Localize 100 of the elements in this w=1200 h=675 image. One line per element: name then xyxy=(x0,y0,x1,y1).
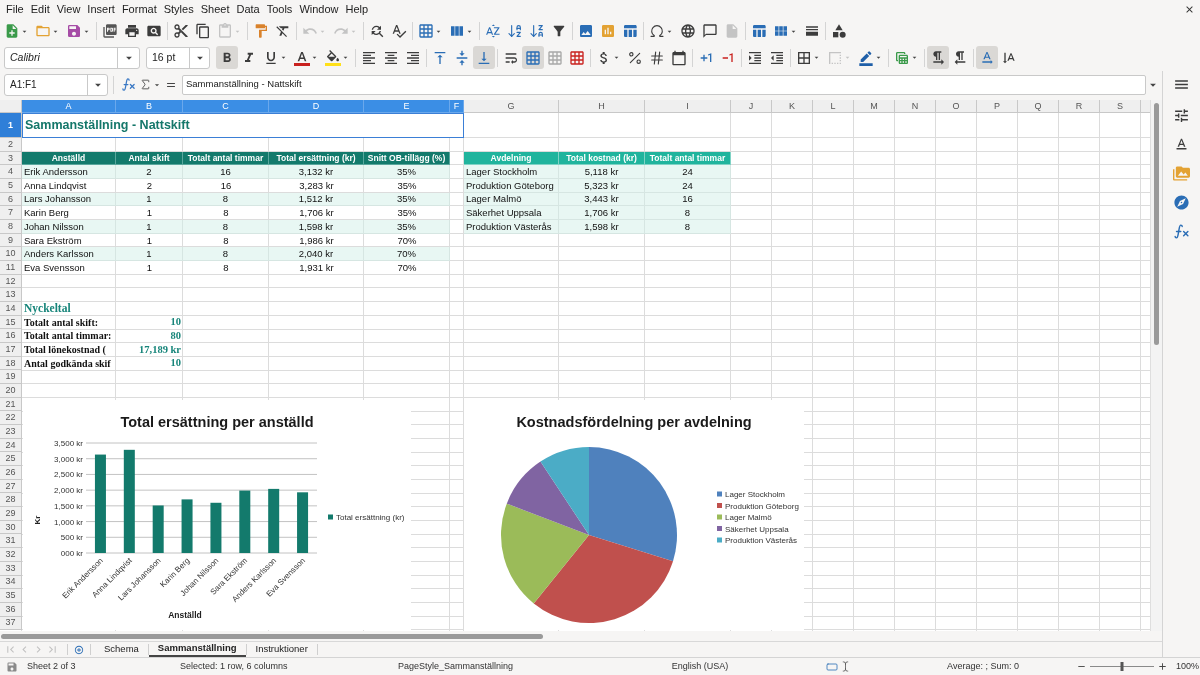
table-cell: 35% xyxy=(364,192,450,207)
indent-icon xyxy=(747,49,763,66)
plus-icon[interactable] xyxy=(1157,661,1168,672)
row-header[interactable]: 17 xyxy=(0,343,22,357)
omega-icon xyxy=(649,23,665,39)
row-header[interactable]: 16 xyxy=(0,329,22,344)
row-header[interactable]: 20 xyxy=(0,384,22,398)
column-header[interactable]: L xyxy=(813,100,854,113)
column-header[interactable]: S xyxy=(1100,100,1141,113)
column-header[interactable]: Q xyxy=(1018,100,1059,113)
row-header[interactable]: 10 xyxy=(0,247,22,262)
formula-input[interactable]: Sammanställning - Nattskift xyxy=(182,74,1146,95)
grid-icon xyxy=(418,23,434,39)
language-label[interactable]: English (USA) xyxy=(671,659,729,674)
row-header[interactable]: 23 xyxy=(0,425,22,439)
row-header[interactable]: 8 xyxy=(0,220,22,234)
column-header[interactable]: P xyxy=(977,100,1018,113)
sheet-tab[interactable]: Instruktioner xyxy=(246,642,317,657)
function-icon[interactable] xyxy=(1173,223,1190,240)
page-style-label: PageStyle_Sammanställning xyxy=(398,660,514,671)
align-center-icon xyxy=(383,49,399,66)
row-header[interactable]: 29 xyxy=(0,507,22,521)
menu-item[interactable]: Format xyxy=(118,3,161,15)
slider-thumb[interactable] xyxy=(1120,662,1124,671)
column-header[interactable]: O xyxy=(936,100,977,113)
menu-item[interactable]: Help xyxy=(342,3,372,15)
row-header[interactable]: 14 xyxy=(0,302,22,316)
column-header[interactable]: K xyxy=(772,100,813,113)
text-direction-icon xyxy=(979,49,995,66)
table-cell: 8 xyxy=(183,192,269,207)
columns-icon xyxy=(449,23,465,39)
axis-tick-label: 1,000 kr xyxy=(54,517,83,527)
menu-item[interactable]: Window xyxy=(295,3,342,15)
align-left-icon xyxy=(361,49,377,66)
row-header[interactable]: 35 xyxy=(0,589,22,603)
menu-item[interactable]: Edit xyxy=(27,3,54,15)
font-size-field[interactable]: 16 pt xyxy=(146,46,210,69)
table-cell-text: Anna Lindqvist xyxy=(23,179,88,193)
row-header[interactable]: 5 xyxy=(0,179,22,193)
zoom-label[interactable]: 100% xyxy=(1176,659,1200,674)
menu-item[interactable]: Insert xyxy=(83,3,119,15)
axis-tick-label: 1,500 kr xyxy=(54,501,83,511)
row-header[interactable]: 1 xyxy=(0,113,22,138)
row-header[interactable]: 28 xyxy=(0,493,22,508)
name-box-field[interactable]: A1:F1 xyxy=(4,73,108,96)
axis-tick-label: 3,000 kr xyxy=(54,454,83,464)
table-cell-text: 70% xyxy=(396,261,418,275)
row-header[interactable]: 13 xyxy=(0,288,22,303)
align-bottom-button[interactable] xyxy=(473,46,495,69)
column-header[interactable]: H xyxy=(559,100,645,113)
scrollbar-thumb[interactable] xyxy=(1,633,543,639)
horizontal-text-button[interactable] xyxy=(976,46,998,69)
vertical-scrollbar[interactable] xyxy=(1150,100,1162,631)
column-header[interactable]: G xyxy=(464,100,559,113)
clear-format-icon xyxy=(275,23,291,39)
row-header[interactable]: 31 xyxy=(0,534,22,549)
spreadsheet-grid[interactable] xyxy=(0,100,1150,631)
table-cell: 1 xyxy=(116,247,183,262)
function-wizard-button[interactable] xyxy=(119,77,138,92)
table-icon xyxy=(894,49,910,66)
column-header[interactable]: I xyxy=(645,100,731,113)
table-cell: 1,598 kr xyxy=(269,220,364,234)
table-cell: Erik Andersson xyxy=(22,165,116,179)
folder-icon xyxy=(35,23,51,39)
scrollbar-thumb[interactable] xyxy=(1154,103,1159,345)
row-header[interactable]: 11 xyxy=(0,261,22,275)
row-header[interactable]: 25 xyxy=(0,452,22,467)
row-header[interactable]: 4 xyxy=(0,165,22,179)
row-header[interactable]: 2 xyxy=(0,138,22,152)
table-cell-text: 2 xyxy=(145,179,154,193)
merge-center-button[interactable] xyxy=(522,46,544,69)
column-header[interactable]: N xyxy=(895,100,936,113)
row-header[interactable]: 26 xyxy=(0,466,22,480)
table-header-cell: Antal skift xyxy=(116,151,183,166)
row-header[interactable]: 19 xyxy=(0,370,22,385)
menu-item[interactable]: Data xyxy=(232,3,264,15)
menu-item[interactable]: Sheet xyxy=(197,3,233,15)
menu-item[interactable]: File xyxy=(2,3,28,15)
sheet-tab[interactable]: Schema xyxy=(95,642,148,657)
table-cell-text: 3,283 kr xyxy=(298,179,335,193)
table-icon xyxy=(751,23,767,39)
table-cell-text: 8 xyxy=(222,233,230,248)
row-header[interactable]: 22 xyxy=(0,411,22,426)
menu-item[interactable]: View xyxy=(53,3,84,15)
column-header[interactable]: M xyxy=(854,100,895,113)
menu-item[interactable]: Tools xyxy=(263,3,296,15)
menu-item[interactable]: Styles xyxy=(160,3,198,15)
row-header[interactable]: 32 xyxy=(0,548,22,562)
sliders-icon[interactable] xyxy=(1173,107,1190,124)
compass-icon[interactable] xyxy=(1173,194,1190,211)
bold-button[interactable] xyxy=(216,46,238,69)
table-cell-text: 1,931 kr xyxy=(298,261,335,275)
sheet-position-label: Sheet 2 of 3 xyxy=(27,660,76,671)
column-header[interactable]: J xyxy=(731,100,772,113)
column-header[interactable]: R xyxy=(1059,100,1100,113)
font-name-field[interactable]: Calibri xyxy=(4,46,140,69)
row-header[interactable]: 7 xyxy=(0,206,22,221)
left-to-right-button[interactable] xyxy=(927,46,949,69)
legend-label: Total ersättning (kr) xyxy=(336,513,405,522)
sheet-tab[interactable]: Sammanställning xyxy=(148,642,246,657)
